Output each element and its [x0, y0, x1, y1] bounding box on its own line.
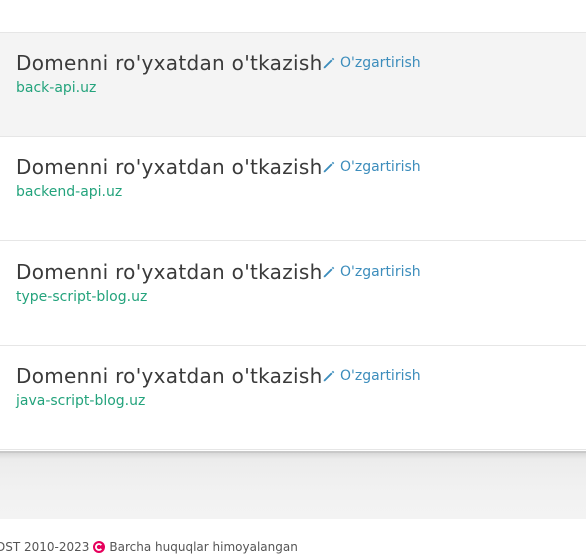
edit-link[interactable]: O'zgartirish: [322, 159, 421, 175]
domain-row: Domenni ro'yxatdan o'tkazish O'zgartiris…: [0, 346, 586, 450]
pencil-icon: [323, 370, 335, 382]
footer-rights: Barcha huquqlar himoyalangan: [109, 540, 298, 554]
pencil-icon: [323, 266, 335, 278]
footer-copyright: DST 2010-2023: [0, 540, 90, 554]
domain-row: Domenni ro'yxatdan o'tkazish O'zgartiris…: [0, 137, 586, 241]
edit-link[interactable]: O'zgartirish: [322, 55, 421, 71]
domain-link[interactable]: back-api.uz: [16, 80, 96, 96]
edit-label: O'zgartirish: [340, 368, 421, 384]
domain-link[interactable]: java-script-blog.uz: [16, 393, 145, 409]
footer-text: DST 2010-2023 Barcha huquqlar himoyalang…: [0, 540, 298, 554]
pencil-icon: [323, 57, 335, 69]
edit-label: O'zgartirish: [340, 159, 421, 175]
row-title: Domenni ro'yxatdan o'tkazish: [16, 364, 323, 388]
domain-link[interactable]: type-script-blog.uz: [16, 289, 147, 305]
footer: DST 2010-2023 Barcha huquqlar himoyalang…: [0, 519, 586, 558]
pencil-icon: [323, 161, 335, 173]
row-title: Domenni ro'yxatdan o'tkazish: [16, 260, 323, 284]
brand-logo-icon: [93, 541, 106, 553]
domain-row: Domenni ro'yxatdan o'tkazish O'zgartiris…: [0, 242, 586, 346]
domain-row: Domenni ro'yxatdan o'tkazish O'zgartiris…: [0, 33, 586, 137]
row-title: Domenni ro'yxatdan o'tkazish: [16, 155, 323, 179]
edit-label: O'zgartirish: [340, 264, 421, 280]
domain-link[interactable]: backend-api.uz: [16, 184, 122, 200]
edit-label: O'zgartirish: [340, 55, 421, 71]
edit-link[interactable]: O'zgartirish: [322, 264, 421, 280]
section-divider: [0, 451, 586, 519]
row-title: Domenni ro'yxatdan o'tkazish: [16, 51, 323, 75]
edit-link[interactable]: O'zgartirish: [322, 368, 421, 384]
top-strip: [0, 0, 586, 33]
